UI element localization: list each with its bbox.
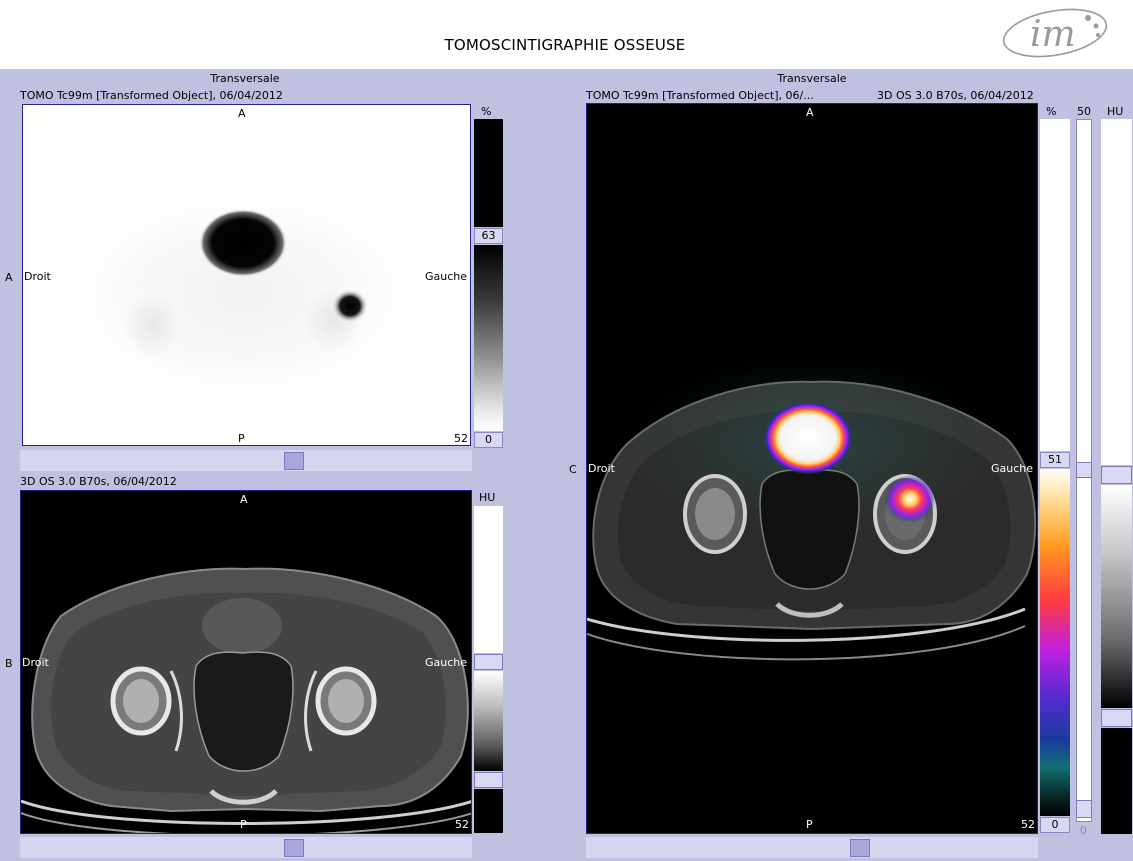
im-logo: im	[1002, 8, 1108, 58]
panel-c-anterior-label: A	[806, 106, 814, 119]
panel-a-orientation-title: Transversale	[210, 72, 280, 85]
panel-c-scale-max[interactable]: 51	[1040, 452, 1070, 468]
panel-c-slice-number: 52	[1021, 818, 1035, 831]
panel-a-right-label: Droit	[24, 270, 51, 283]
panel-c-blend-lower-handle[interactable]	[1076, 800, 1092, 818]
panel-c-scale-unit: %	[1046, 105, 1057, 118]
panel-b-side-letter: B	[5, 657, 13, 670]
panel-a-side-letter: A	[5, 271, 13, 284]
panel-a-scale-unit: %	[481, 105, 492, 118]
panel-a-scrollbar[interactable]	[20, 450, 472, 471]
spect-viewport[interactable]: A P Droit Gauche 52	[22, 104, 471, 446]
panel-a-scroll-thumb[interactable]	[284, 452, 304, 470]
panel-b-scale-unit: HU	[479, 491, 496, 504]
panel-c-blend-min: 0	[1080, 824, 1087, 837]
panel-b-window-lower-handle[interactable]	[474, 772, 503, 788]
panel-a-anterior-label: A	[238, 107, 246, 120]
panel-c-scroll-thumb[interactable]	[850, 839, 870, 857]
panel-c-colorbar-top	[1040, 119, 1070, 451]
panel-b-anterior-label: A	[240, 493, 248, 506]
panel-c-series-title-right: 3D OS 3.0 B70s, 06/04/2012	[877, 89, 1034, 102]
panel-c-blend-slider[interactable]	[1076, 119, 1092, 822]
panel-b-colorbar-bottom	[474, 789, 503, 833]
panel-a-posterior-label: P	[238, 432, 245, 445]
panel-b-colorbar	[474, 671, 503, 771]
panel-b-scroll-thumb[interactable]	[284, 839, 304, 857]
svg-text:im: im	[1030, 14, 1076, 55]
report-header: TOMOSCINTIGRAPHIE OSSEUSE im	[0, 0, 1133, 69]
panel-c-blend-value: 50	[1077, 105, 1091, 118]
panel-c-hu-unit: HU	[1107, 105, 1124, 118]
ct-image	[21, 567, 471, 833]
panel-b-left-label: Gauche	[425, 656, 468, 669]
panel-c-hu-lower-handle[interactable]	[1101, 709, 1132, 727]
panel-c-scrollbar[interactable]	[586, 837, 1038, 858]
panel-a-left-label: Gauche	[425, 270, 468, 283]
spect-image	[43, 175, 443, 415]
panel-b-right-label: Droit	[22, 656, 49, 669]
panel-c-hu-colorbar-bottom	[1101, 728, 1132, 834]
panel-c-left-label: Gauche	[991, 462, 1034, 475]
panel-c-scale-min[interactable]: 0	[1040, 817, 1070, 833]
panel-a-colorbar	[474, 245, 503, 431]
panel-b-series-title: 3D OS 3.0 B70s, 06/04/2012	[20, 475, 177, 488]
panel-c-series-title-left: TOMO Tc99m [Transformed Object], 06/...	[586, 89, 814, 102]
panel-b-colorbar-top	[474, 506, 503, 653]
fusion-image	[587, 354, 1037, 661]
panel-a-slice-number: 52	[454, 432, 468, 445]
panel-c-orientation-title: Transversale	[777, 72, 847, 85]
panel-c-colorbar	[1040, 469, 1070, 816]
panel-b-slice-number: 52	[455, 818, 469, 831]
panel-c-side-letter: C	[569, 463, 577, 476]
panel-c-posterior-label: P	[806, 818, 813, 831]
panel-c-hu-colorbar-top	[1101, 119, 1132, 465]
panel-b-scrollbar[interactable]	[20, 837, 472, 858]
panel-c-hu-upper-handle[interactable]	[1101, 466, 1132, 484]
fusion-viewport[interactable]: A P Droit Gauche 52	[586, 103, 1038, 834]
panel-c-blend-upper-handle[interactable]	[1076, 462, 1092, 478]
panel-a-colorbar-top	[474, 119, 503, 227]
panel-c-right-label: Droit	[588, 462, 615, 475]
report-title: TOMOSCINTIGRAPHIE OSSEUSE	[444, 36, 686, 54]
panel-a-scale-min[interactable]: 0	[474, 432, 503, 448]
panel-a-series-title: TOMO Tc99m [Transformed Object], 06/04/2…	[20, 89, 283, 102]
panel-a-scale-max[interactable]: 63	[474, 228, 503, 244]
panel-b-posterior-label: P	[240, 818, 247, 831]
ct-viewport[interactable]: A P Droit Gauche 52	[20, 490, 472, 834]
panel-c-hu-colorbar	[1101, 485, 1132, 708]
panel-b-window-upper-handle[interactable]	[474, 654, 503, 670]
